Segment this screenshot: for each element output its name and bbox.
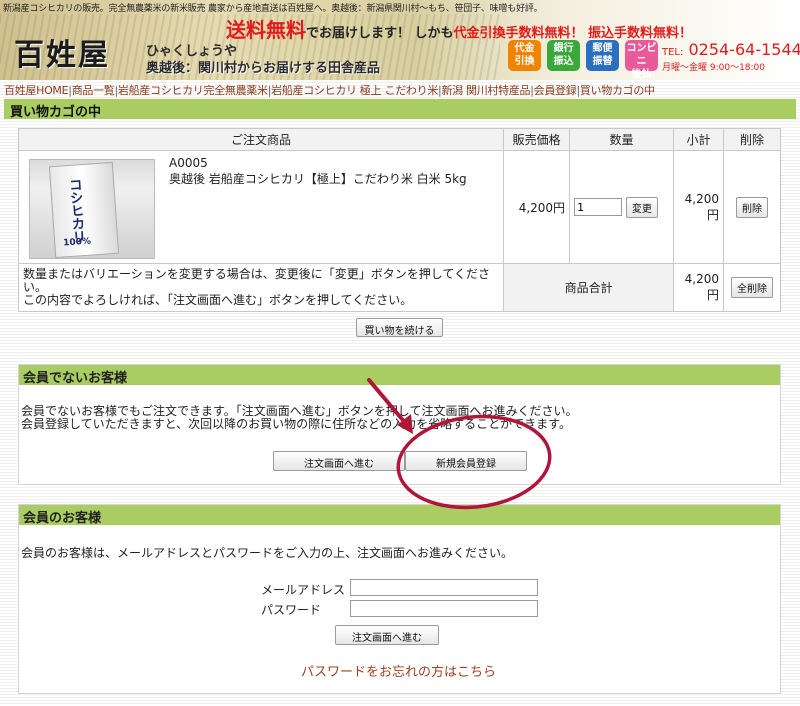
qty-cell: 変更 [569, 150, 675, 264]
col-header-price: 販売価格 [503, 128, 571, 151]
product-cell: 百姓屋 コシヒカリ 100% A0005 奥越後 岩船産コシヒカリ【極上】こだわ… [17, 150, 505, 264]
cart-item-row: 百姓屋 コシヒカリ 100% A0005 奥越後 岩船産コシヒカリ【極上】こだわ… [17, 150, 781, 264]
cart-header-row: ご注文商品 販売価格 数量 小計 削除 [17, 128, 781, 151]
password-label: パスワード [261, 603, 322, 617]
site-logo[interactable]: 百姓屋 [14, 30, 110, 74]
new-member-register-button[interactable]: 新規会員登録 [405, 451, 527, 471]
payment-badge-convenience: コンビニ 後払 [625, 40, 658, 80]
col-header-delete: 削除 [723, 128, 781, 151]
payment-badge-cod: 代金 引換 [508, 40, 541, 71]
nonmember-section-title: 会員でないお客様 [19, 365, 780, 386]
col-header-subtotal: 小計 [673, 128, 724, 151]
nonmember-text-line2: 会員登録していただきますと、次回以降のお買い物の際に住所などの入力を省略すること… [21, 417, 571, 431]
nonmember-proceed-button[interactable]: 注文画面へ進む [273, 451, 405, 471]
delete-cell: 削除 [723, 150, 781, 264]
free-shipping-text: 送料無料 [226, 18, 306, 42]
product-image[interactable]: 百姓屋 コシヒカリ 100% [29, 159, 155, 259]
headline-text: でお届けします！ しかも [306, 26, 454, 41]
product-code: A0005 [169, 156, 208, 170]
continue-shopping-button[interactable]: 買い物を続ける [356, 318, 443, 337]
nav-item-local-products[interactable]: 新潟 関川村特産品 [441, 84, 530, 97]
forgot-password-link[interactable]: パスワードをお忘れの方はこちら [301, 661, 496, 680]
cart-total-row: 数量またはバリエーションを変更する場合は、変更後に「変更」ボタンを押してください… [17, 263, 781, 312]
delete-all-button[interactable]: 全削除 [731, 277, 773, 298]
payment-badge-bank: 銀行 振込 [547, 40, 580, 71]
cart-table: ご注文商品 販売価格 数量 小計 削除 百姓屋 コシヒカリ 100% A0005… [17, 128, 781, 312]
nonmember-section: 会員でないお客様 会員でないお客様でもご注文できます。「注文画面へ進む」ボタンを… [18, 364, 781, 485]
product-price: 4,200円 [503, 150, 571, 264]
quantity-input[interactable] [574, 198, 623, 216]
cart-note-line2: この内容でよろしければ、「注文画面へ進む」ボタンを押してください。 [23, 293, 413, 307]
nav-item-cart[interactable]: 買い物カゴの中 [580, 84, 655, 97]
product-name[interactable]: 奥越後 岩船産コシヒカリ【極上】こだわり米 白米 5kg [169, 170, 467, 187]
member-proceed-button[interactable]: 注文画面へ進む [335, 625, 439, 645]
member-instructions: 会員のお客様は、メールアドレスとパスワードをご入力の上、注文画面へお進みください… [21, 546, 514, 560]
col-header-qty: 数量 [569, 128, 675, 151]
rice-bag-label: コシヒカリ [68, 178, 87, 246]
shipping-headline: 送料無料でお届けします！ しかも代金引換手数料無料！ 振込手数料無料！ [226, 14, 692, 43]
header-banner: 新潟産コシヒカリの販売。完全無農薬米の新米販売 農家から産地直送は百姓屋へ。奥越… [0, 0, 800, 80]
rice-bag-percent: 100% [62, 236, 92, 249]
item-subtotal: 4,200円 [673, 150, 724, 264]
cart-note-line1: 数量またはバリエーションを変更する場合は、変更後に「変更」ボタンを押してください… [23, 267, 491, 294]
nav-item-organic-rice[interactable]: 岩船産コシヒカリ完全無農薬米 [118, 84, 268, 97]
site-tagline: 新潟産コシヒカリの販売。完全無農薬米の新米販売 農家から産地直送は百姓屋へ。奥越… [3, 4, 543, 14]
total-label: 商品合計 [503, 263, 675, 312]
change-qty-button[interactable]: 変更 [625, 196, 658, 218]
col-header-product: ご注文商品 [17, 128, 505, 151]
delete-all-cell: 全削除 [723, 263, 781, 312]
nav-item-home[interactable]: 百姓屋HOME [4, 84, 69, 97]
payment-badge-postal: 郵便 振替 [586, 40, 619, 71]
phone-number: TEL: 0254-64-1544 [662, 40, 800, 59]
email-label: メールアドレス [261, 583, 346, 597]
logo-subtitle: 奥越後：関川村からお届けする田舎産品 [146, 61, 381, 76]
email-field[interactable] [350, 579, 538, 596]
business-hours: 月曜～金曜 9:00～18:00 [662, 63, 766, 73]
rice-bag-illustration: 百姓屋 コシヒカリ 100% [48, 161, 120, 259]
nav-item-products[interactable]: 商品一覧 [72, 84, 115, 97]
member-section-title: 会員のお客様 [19, 505, 780, 526]
total-value: 4,200円 [673, 263, 724, 312]
member-section: 会員のお客様 会員のお客様は、メールアドレスとパスワードをご入力の上、注文画面へ… [18, 504, 781, 694]
delete-item-button[interactable]: 削除 [736, 196, 768, 218]
fee-free-text: 代金引換手数料無料！ 振込手数料無料！ [453, 26, 693, 41]
nav-item-premium-rice[interactable]: 岩船産コシヒカリ 極上 こだわり米 [271, 84, 438, 97]
cart-section-title: 買い物カゴの中 [4, 99, 796, 120]
password-field[interactable] [350, 600, 538, 617]
nav-item-register[interactable]: 会員登録 [534, 84, 577, 97]
global-nav: 百姓屋HOME|商品一覧|岩船産コシヒカリ完全無農薬米|岩船産コシヒカリ 極上 … [4, 84, 655, 97]
cart-instructions: 数量またはバリエーションを変更する場合は、変更後に「変更」ボタンを押してください… [17, 263, 505, 312]
